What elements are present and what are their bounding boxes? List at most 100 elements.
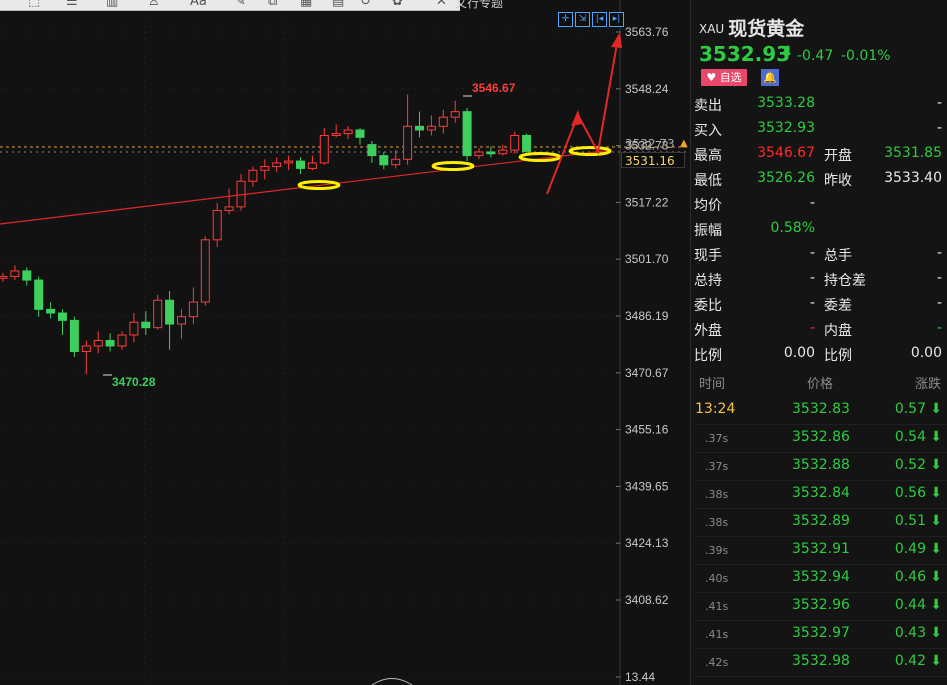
refresh-icon[interactable]: ↻ bbox=[360, 0, 371, 9]
crosshair-icon[interactable]: ✛ bbox=[558, 12, 573, 27]
tick-row[interactable]: .42s 3532.98 0.42 ⬇ bbox=[695, 649, 947, 677]
tab-fragment[interactable]: 文行专题 bbox=[455, 0, 503, 11]
candle-body bbox=[212, 210, 222, 241]
candle-body bbox=[34, 279, 44, 310]
tick-price: 3532.86 bbox=[792, 429, 850, 445]
candle-body bbox=[450, 111, 460, 118]
quote-value: 0.58% bbox=[770, 220, 815, 236]
heart-icon: ♥ bbox=[706, 71, 717, 84]
tick-row[interactable]: .39s 3532.91 0.49 ⬇ bbox=[695, 537, 947, 565]
add-favorite-button[interactable]: ♥ 自选 bbox=[701, 69, 747, 86]
quote-label: 比例 bbox=[694, 348, 722, 364]
fit-icon[interactable]: ⇲ bbox=[575, 12, 590, 27]
quote-label: 委比 bbox=[694, 298, 722, 314]
candle-body bbox=[343, 129, 353, 135]
down-arrow-icon: ⬇ bbox=[930, 401, 942, 417]
tick-time: .38s bbox=[705, 516, 729, 529]
candle-body bbox=[319, 134, 329, 164]
candle-body bbox=[379, 155, 389, 166]
down-arrow-icon: ⬇ bbox=[930, 457, 942, 473]
candle-body bbox=[260, 166, 270, 171]
candle-body bbox=[355, 129, 365, 138]
tick-time: 13:24 bbox=[695, 401, 736, 417]
candle-body bbox=[248, 169, 258, 182]
tick-row[interactable]: .38s 3532.89 0.51 ⬇ bbox=[695, 509, 947, 537]
quote-label: 最高 bbox=[694, 148, 722, 164]
tick-price: 3532.84 bbox=[792, 485, 850, 501]
tick-change: 0.49 bbox=[894, 541, 926, 557]
current-price-tag: 3531.16 bbox=[621, 152, 685, 168]
tick-change: 0.46 bbox=[894, 569, 926, 585]
quote-row: 买入 3532.93 - bbox=[691, 120, 947, 145]
quote-value: 3533.40 bbox=[884, 170, 942, 186]
candle-body bbox=[272, 162, 282, 168]
y-axis-label: 3563.76 bbox=[625, 25, 669, 39]
text-icon[interactable]: Aa bbox=[190, 0, 207, 9]
candle-body bbox=[391, 158, 401, 166]
quote-value: - bbox=[936, 120, 942, 136]
quote-label: 比例 bbox=[824, 348, 852, 364]
y-axis-label: 3548.24 bbox=[625, 82, 669, 96]
quote-value: 3526.26 bbox=[757, 170, 815, 186]
bars-icon[interactable]: ▥ bbox=[106, 0, 118, 9]
tick-change: 0.56 bbox=[894, 485, 926, 501]
down-arrow-icon: ⬇ bbox=[782, 44, 794, 60]
down-arrow-icon: ⬇ bbox=[930, 485, 942, 501]
tick-price: 3532.91 bbox=[792, 541, 850, 557]
tick-time: .39s bbox=[705, 544, 729, 557]
tick-row[interactable]: .41s 3532.96 0.44 ⬇ bbox=[695, 593, 947, 621]
right-bar-icon[interactable]: ▸| bbox=[609, 12, 624, 27]
y-axis-label: 3470.67 bbox=[625, 366, 669, 380]
person-icon[interactable]: ♙ bbox=[148, 0, 160, 9]
ticks-header-change: 涨跌 bbox=[915, 377, 942, 392]
kline-chart-area[interactable]: 3563.76 3548.24 3532.73 3517.22 3501.70 3486.… bbox=[0, 0, 690, 685]
y-axis-label: 3501.70 bbox=[625, 252, 669, 266]
tick-change: 0.51 bbox=[894, 513, 926, 529]
instrument-title: XAU 现货黄金 bbox=[699, 14, 804, 41]
quote-label: 卖出 bbox=[694, 98, 722, 114]
candle-body bbox=[415, 125, 424, 131]
tick-price: 3532.97 bbox=[792, 625, 850, 641]
tick-row[interactable]: .37s 3532.88 0.52 ⬇ bbox=[695, 453, 947, 481]
y-axis-label: 3486.19 bbox=[625, 309, 669, 323]
tick-price: 3532.94 bbox=[792, 569, 850, 585]
quote-label: 持仓差 bbox=[824, 273, 866, 289]
menu-icon[interactable]: ☰ bbox=[66, 0, 78, 9]
down-arrow-icon: ⬇ bbox=[930, 597, 942, 613]
trash-icon[interactable]: ▤ bbox=[332, 0, 344, 9]
candle-body bbox=[486, 151, 496, 155]
candle-body bbox=[117, 334, 127, 347]
candle-body bbox=[200, 239, 210, 303]
left-bar-icon[interactable]: |◂ bbox=[592, 12, 607, 27]
alert-bell-button[interactable]: 🔔 bbox=[761, 69, 779, 86]
down-arrow-icon: ⬇ bbox=[930, 513, 942, 529]
ticks-header: 时间 价格 涨跌 bbox=[691, 373, 947, 393]
candle-body bbox=[10, 270, 20, 277]
quote-value: - bbox=[809, 320, 815, 336]
pen-icon[interactable]: ✎ bbox=[235, 0, 246, 9]
tick-row[interactable]: .40s 3532.94 0.46 ⬇ bbox=[695, 565, 947, 593]
bell-icon: 🔔 bbox=[763, 71, 777, 84]
kline-chart[interactable]: 3563.76 3548.24 3532.73 3517.22 3501.70 3486.… bbox=[0, 0, 690, 685]
tick-time: .38s bbox=[705, 488, 729, 501]
candle-body bbox=[105, 339, 115, 347]
close-icon[interactable]: ✕ bbox=[436, 0, 447, 9]
tick-row[interactable]: .37s 3532.86 0.54 ⬇ bbox=[695, 425, 947, 453]
copy-icon[interactable]: ⧉ bbox=[268, 0, 277, 9]
caret-icon: ▲ bbox=[680, 138, 688, 149]
tick-row[interactable]: .38s 3532.84 0.56 ⬇ bbox=[695, 481, 947, 509]
quote-row: 比例 0.00 比例 0.00 bbox=[691, 345, 947, 370]
y-axis-label: 13.44 bbox=[625, 670, 655, 684]
candle-body bbox=[188, 301, 198, 318]
settings-icon[interactable]: ✿ bbox=[392, 0, 403, 9]
candle-body bbox=[367, 144, 377, 157]
tick-price: 3532.96 bbox=[792, 597, 850, 613]
tick-row[interactable]: .41s 3532.97 0.43 ⬇ bbox=[695, 621, 947, 649]
layers-icon[interactable]: ▦ bbox=[300, 0, 312, 9]
down-arrow-icon: ⬇ bbox=[930, 653, 942, 669]
tick-row[interactable]: 13:24 3532.83 0.57 ⬇ bbox=[695, 397, 947, 425]
quote-label: 总手 bbox=[824, 248, 852, 264]
select-icon[interactable]: ⬚ bbox=[28, 0, 40, 9]
candle-body bbox=[153, 299, 163, 329]
quote-row: 总持 - 持仓差 - bbox=[691, 270, 947, 295]
